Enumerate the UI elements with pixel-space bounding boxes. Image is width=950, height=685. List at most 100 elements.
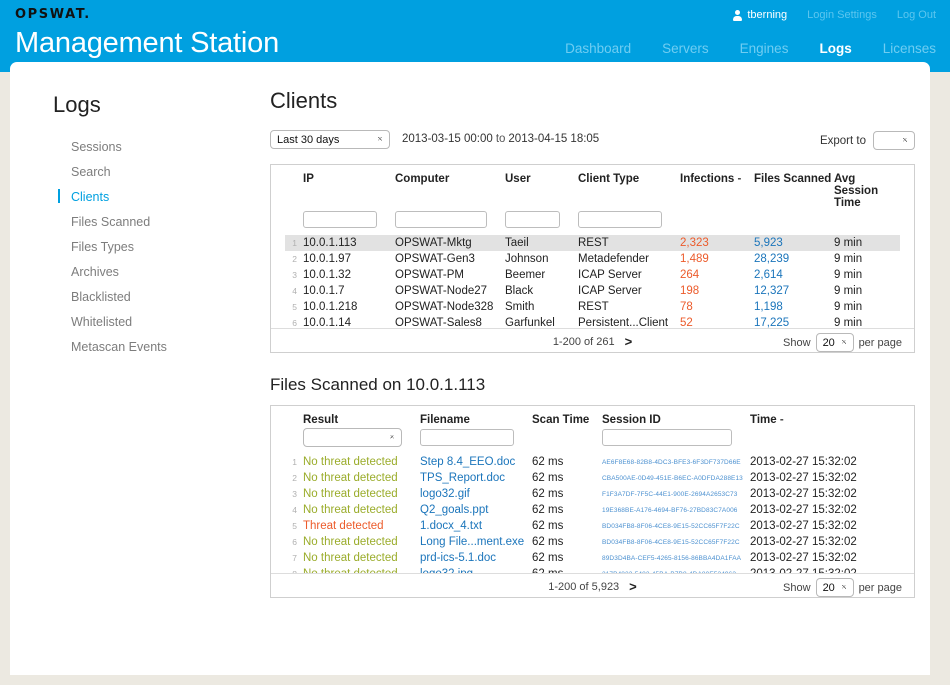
cell-time: 2013-02-27 15:32:02 [750,456,857,468]
row-number: 6 [292,537,297,547]
date-range-select[interactable]: Last 30 days [270,130,390,149]
clients-col-infections[interactable]: Infections - [680,165,754,211]
cell-files-scanned[interactable]: 5,923 [754,235,834,251]
sidebar-item-search[interactable]: Search [43,159,243,184]
cell-files-scanned[interactable]: 17,225 [754,315,834,328]
range-to: 2013-04-15 18:05 [508,133,600,145]
cell-session-id[interactable]: 19E368BE-A176-4694-BF76-27BD83C7A006 [602,502,750,518]
table-row[interactable]: 6 10.0.1.14 OPSWAT-Sales8 Garfunkel Pers… [285,315,900,328]
clients-col-computer[interactable]: Computer [395,165,505,211]
files-col-time[interactable]: Time - [750,406,900,428]
cell-files-scanned[interactable]: 28,239 [754,251,834,267]
cell-filename[interactable]: Long File...ment.exe [420,534,532,550]
row-number: 2 [292,254,297,264]
cell-filename[interactable]: logo32.gif [420,486,532,502]
sidebar-item-clients[interactable]: Clients [43,184,243,209]
clients-table-scroll[interactable]: IP Computer User Client Type Infections … [271,165,914,328]
filter-session-id-input[interactable] [602,429,732,446]
sidebar-item-files-types[interactable]: Files Types [43,234,243,259]
clients-col-user[interactable]: User [505,165,578,211]
files-table-footer: 1-200 of 5,923 > Show 200 per page [271,573,914,597]
clients-col-ip[interactable]: IP [303,165,395,211]
per-page-select[interactable]: 200 [815,333,854,352]
cell-session-id[interactable]: AE6F8E68-82B8-4DC3-BFE3-6F3DF737D66E [602,454,750,470]
list-item[interactable]: 1 No threat detected Step 8.4_EEO.doc 62… [285,454,900,470]
clients-col-avg-session[interactable]: Avg Session Time [834,165,900,211]
filter-filename-input[interactable] [420,429,514,446]
files-col-result[interactable]: Result [303,406,420,428]
filter-spacer-2 [532,428,602,454]
files-table-scroll[interactable]: Result Filename Scan Time Session ID Tim… [271,406,914,573]
cell-filename[interactable]: Step 8.4_EEO.doc [420,454,532,470]
export-format-select[interactable] [873,131,915,150]
next-page-icon[interactable]: > [629,579,637,594]
cell-session-id[interactable]: 317B4823-5483-45BA-B7B8-4DA80E524963 [602,566,750,574]
files-col-session-id[interactable]: Session ID [602,406,750,428]
cell-filename[interactable]: Q2_goals.ppt [420,502,532,518]
sidebar-item-blacklisted[interactable]: Blacklisted [43,284,243,309]
cell-result: No threat detected [303,488,398,500]
cell-avg-session: 9 min [834,269,863,281]
filter-ip-input[interactable] [303,211,377,228]
cell-session-id[interactable]: F1F3A7DF-7F5C-44E1-900E-2694A2653C73 [602,486,750,502]
clients-toolbar: Last 30 days 2013-03-15 00:00 to 2013-04-1… [270,130,915,152]
cell-filename[interactable]: logo32.jpg [420,566,532,573]
cell-session-id[interactable]: CBA500AE-0D49-451E-B6EC-A0DFDA288E13 [602,470,750,486]
log-out-link[interactable]: Log Out [897,9,936,21]
nav-licenses[interactable]: Licenses [883,41,936,56]
list-item[interactable]: 4 No threat detected Q2_goals.ppt 62 ms … [285,502,900,518]
nav-servers[interactable]: Servers [662,41,709,56]
account-user[interactable]: tberning [733,9,787,21]
filter-computer-input[interactable] [395,211,487,228]
files-col-scan-time[interactable]: Scan Time [532,406,602,428]
files-table-body: 1 No threat detected Step 8.4_EEO.doc 62… [285,454,900,573]
cell-user: Taeil [505,237,529,249]
cell-files-scanned[interactable]: 1,198 [754,299,834,315]
cell-session-id[interactable]: BD034FB8-8F06-4CE8-9E15-52CC65F7F22C [602,518,750,534]
cell-infections[interactable]: 52 [680,315,754,328]
list-item[interactable]: 7 No threat detected prd-ics-5.1.doc 62 … [285,550,900,566]
cell-infections[interactable]: 1,489 [680,251,754,267]
cell-filename[interactable]: prd-ics-5.1.doc [420,550,532,566]
nav-dashboard[interactable]: Dashboard [565,41,631,56]
cell-session-id[interactable]: BD034FB8-8F06-4CE8-9E15-52CC65F7F22C [602,534,750,550]
cell-result: No threat detected [303,566,420,573]
next-page-icon[interactable]: > [625,334,633,349]
cell-filename[interactable]: TPS_Report.doc [420,470,532,486]
cell-files-scanned[interactable]: 2,614 [754,267,834,283]
login-settings-link[interactable]: Login Settings [807,9,877,21]
nav-engines[interactable]: Engines [740,41,789,56]
clients-col-files-scanned[interactable]: Files Scanned [754,165,834,211]
table-row[interactable]: 5 10.0.1.218 OPSWAT-Node328 Smith REST 7… [285,299,900,315]
cell-infections[interactable]: 78 [680,299,754,315]
clients-filter-row [285,211,900,235]
cell-session-id[interactable]: 89D3D4BA-CEF5-4265-8156-86BBA4DA1FAA [602,550,750,566]
cell-infections[interactable]: 198 [680,283,754,299]
table-row[interactable]: 3 10.0.1.32 OPSWAT-PM Beemer ICAP Server… [285,267,900,283]
sidebar-item-files-scanned[interactable]: Files Scanned [43,209,243,234]
per-page-select[interactable]: 200 [815,578,854,597]
cell-infections[interactable]: 264 [680,267,754,283]
filter-user-input[interactable] [505,211,560,228]
nav-logs[interactable]: Logs [819,41,851,56]
table-row[interactable]: 2 10.0.1.97 OPSWAT-Gen3 Johnson Metadefe… [285,251,900,267]
table-row[interactable]: 1 10.0.1.113 OPSWAT-Mktg Taeil REST 2,32… [285,235,900,251]
list-item[interactable]: 5 Threat detected 1.docx_4.txt 62 ms BD0… [285,518,900,534]
list-item[interactable]: 8 No threat detected logo32.jpg 62 ms 31… [285,566,900,573]
table-row[interactable]: 4 10.0.1.7 OPSWAT-Node27 Black ICAP Serv… [285,283,900,299]
list-item[interactable]: 3 No threat detected logo32.gif 62 ms F1… [285,486,900,502]
filter-client-type-input[interactable] [578,211,662,228]
sidebar-item-metascan-events[interactable]: Metascan Events [43,334,243,359]
sidebar-item-sessions[interactable]: Sessions [43,134,243,159]
cell-filename[interactable]: 1.docx_4.txt [420,518,532,534]
sidebar-item-archives[interactable]: Archives [43,259,243,284]
files-col-filename[interactable]: Filename [420,406,532,428]
cell-files-scanned[interactable]: 12,327 [754,283,834,299]
sidebar-item-whitelisted[interactable]: Whitelisted [43,309,243,334]
cell-infections[interactable]: 2,323 [680,235,754,251]
filter-result-select[interactable] [303,428,402,447]
list-item[interactable]: 2 No threat detected TPS_Report.doc 62 m… [285,470,900,486]
cell-client-type: REST [578,301,609,313]
clients-col-client-type[interactable]: Client Type [578,165,680,211]
list-item[interactable]: 6 No threat detected Long File...ment.ex… [285,534,900,550]
